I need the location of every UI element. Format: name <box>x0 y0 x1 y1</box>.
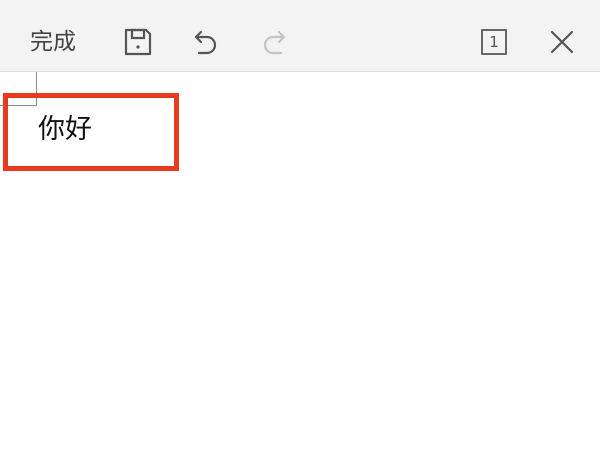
done-button[interactable]: 完成 <box>14 22 92 62</box>
editor-toolbar: 完成 1 <box>0 0 600 72</box>
close-icon <box>550 30 574 54</box>
save-button[interactable] <box>118 22 158 62</box>
redo-icon <box>263 30 286 55</box>
save-icon <box>124 28 152 56</box>
close-button[interactable] <box>542 22 582 62</box>
document-canvas[interactable]: 你好 <box>0 72 600 450</box>
document-text[interactable]: 你好 <box>38 112 92 148</box>
undo-icon <box>194 30 217 55</box>
page-count-icon: 1 <box>481 29 507 55</box>
undo-button[interactable] <box>186 22 226 62</box>
redo-button[interactable] <box>254 22 294 62</box>
page-count-button[interactable]: 1 <box>474 22 514 62</box>
page-number: 1 <box>489 32 499 51</box>
